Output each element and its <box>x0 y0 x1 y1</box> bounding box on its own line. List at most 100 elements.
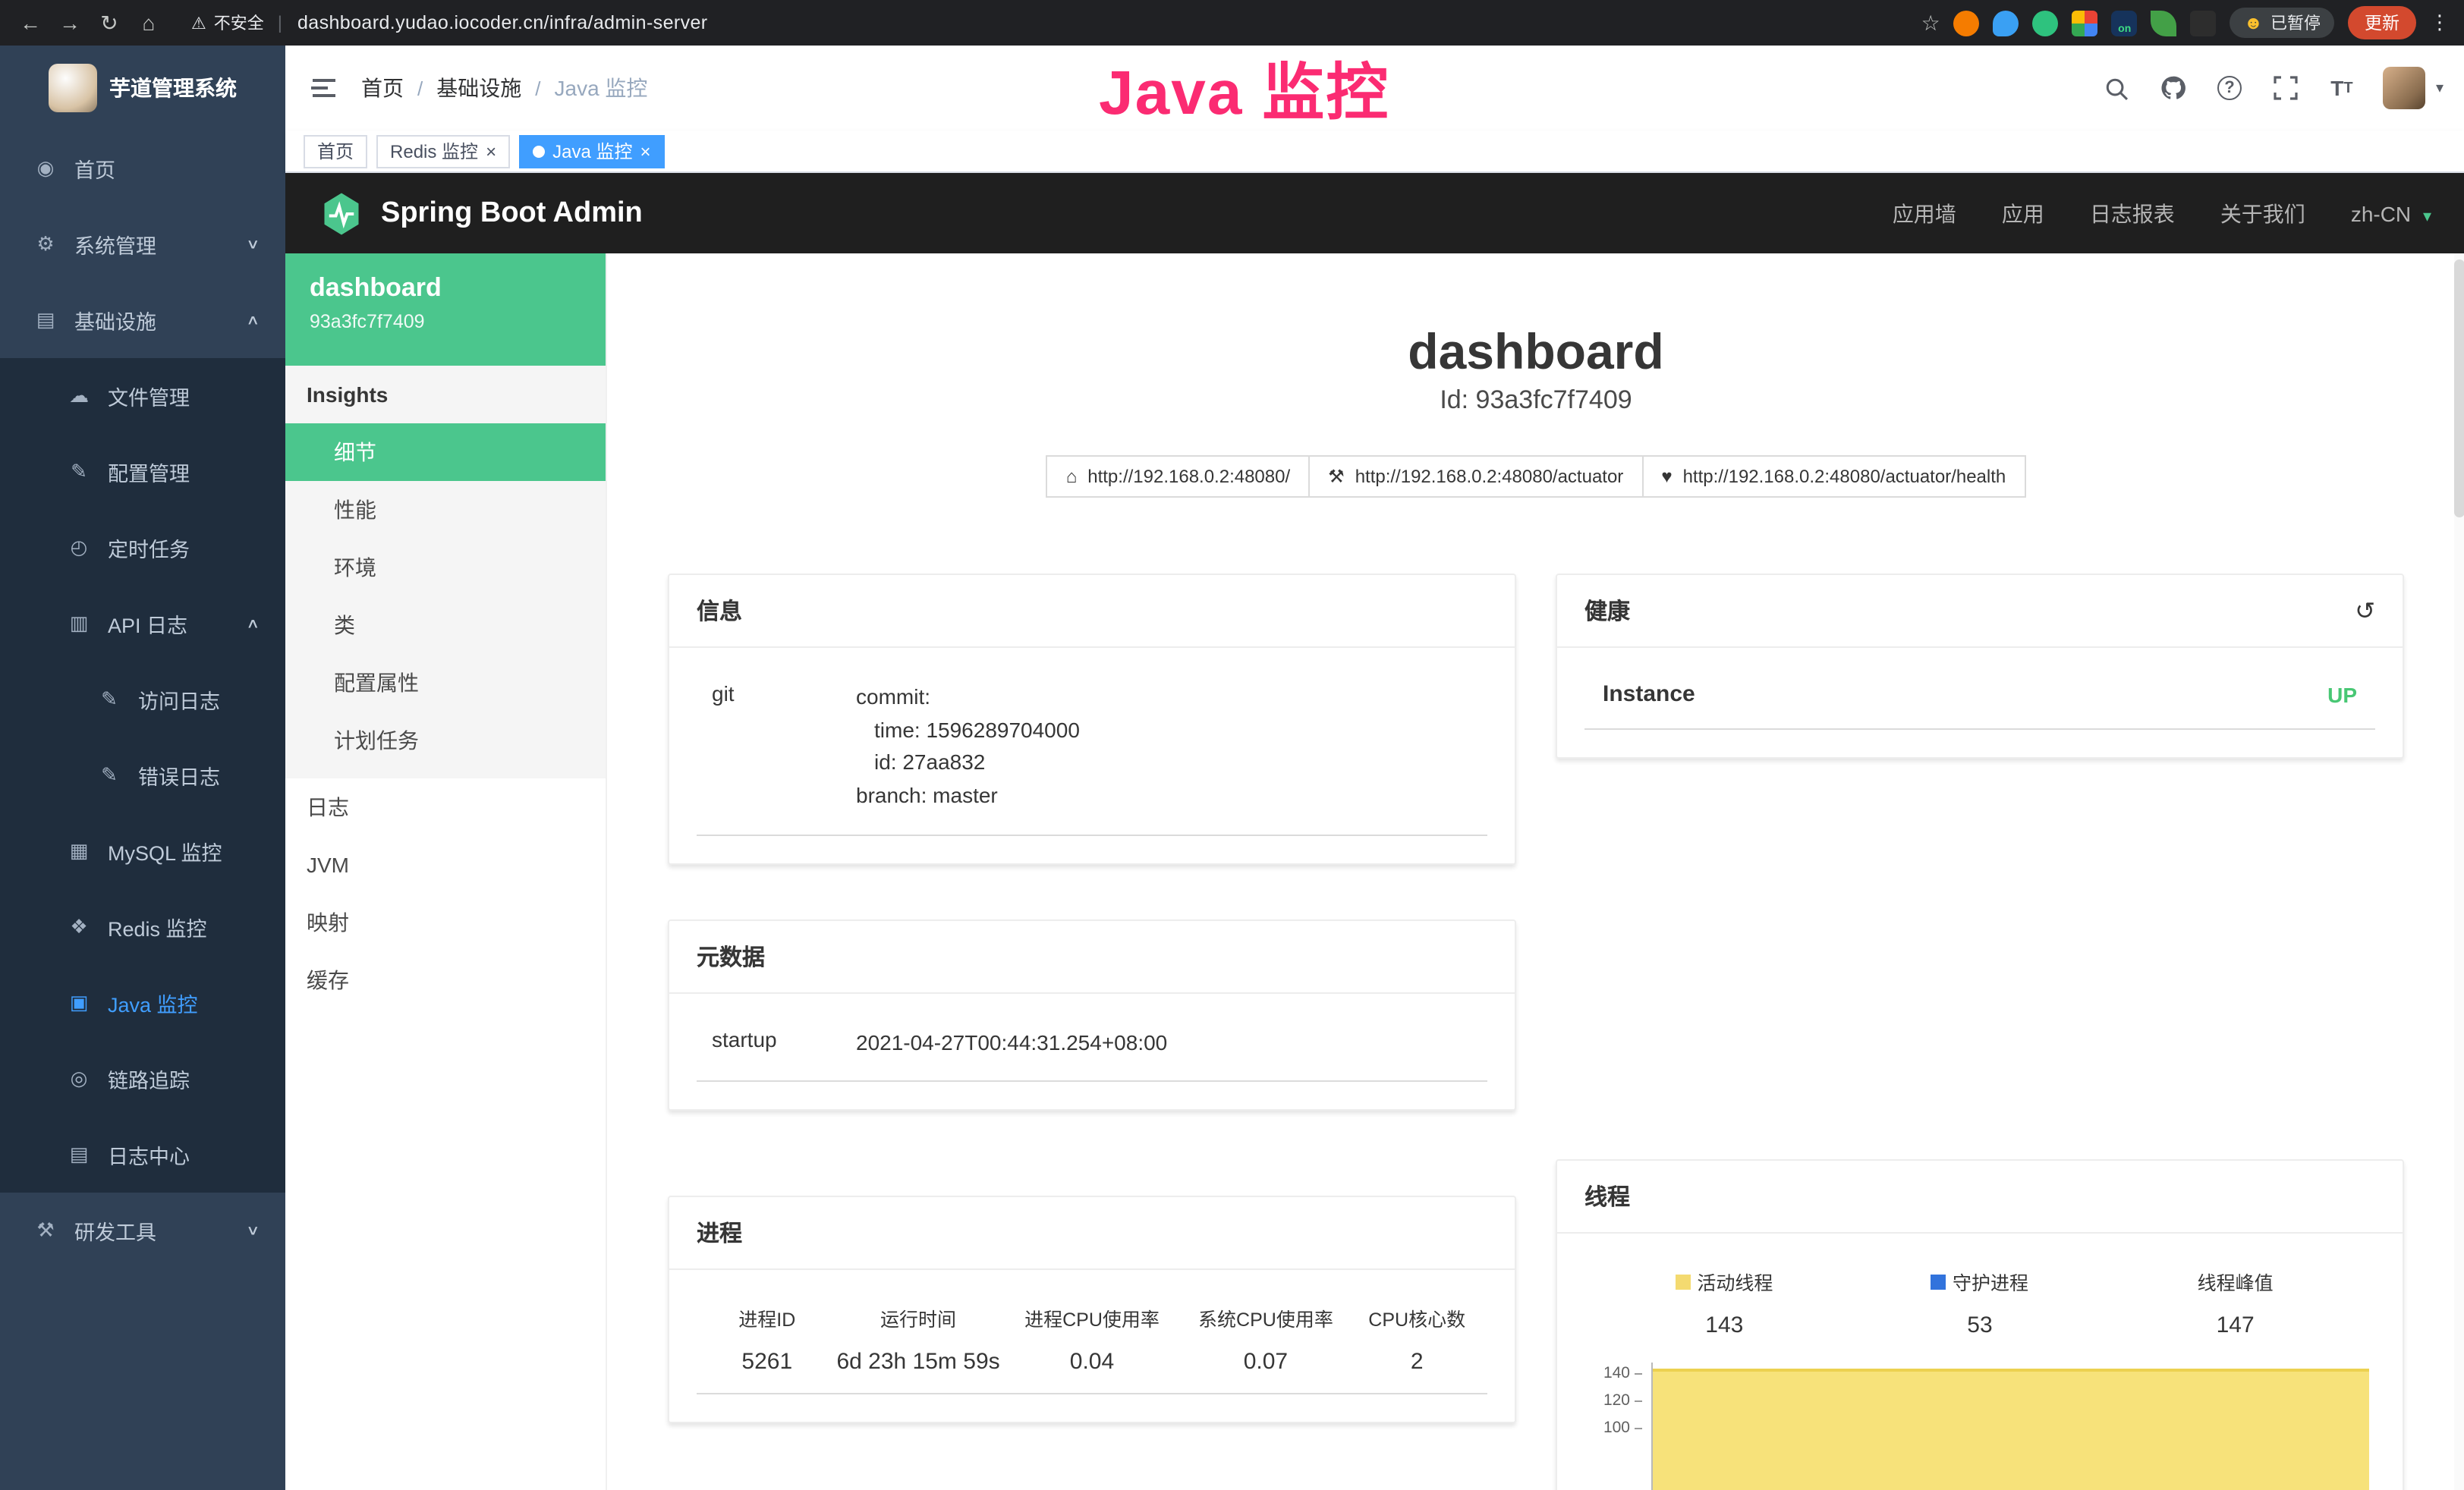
sba-locale-select[interactable]: zh-CN ▾ <box>2351 201 2431 225</box>
sba-item-mappings[interactable]: 映射 <box>285 894 606 951</box>
sba-item-details[interactable]: 细节 <box>285 423 606 481</box>
github-icon[interactable] <box>2158 73 2189 103</box>
threads-chart: 140 120 100 <box>1584 1363 2375 1490</box>
sidebar-item-job[interactable]: ◴ 定时任务 <box>0 510 285 586</box>
font-size-icon[interactable]: TT <box>2327 73 2357 103</box>
user-avatar[interactable] <box>2383 67 2425 109</box>
breadcrumb-infra[interactable]: 基础设施 <box>436 73 521 103</box>
infrastructure-icon: ▤ <box>30 308 61 332</box>
scrollbar[interactable] <box>2454 253 2464 1490</box>
instance-link-actuator[interactable]: ⚒ http://192.168.0.2:48080/actuator <box>1308 455 1643 498</box>
sba-item-logs[interactable]: 日志 <box>285 778 606 836</box>
ext-leaf-icon[interactable] <box>2151 10 2177 36</box>
sidebar-item-error-log[interactable]: ✎ 错误日志 <box>0 737 285 813</box>
ext-green-icon[interactable] <box>2033 10 2059 36</box>
sba-item-configprops[interactable]: 配置属性 <box>285 654 606 712</box>
legend-blue-swatch <box>1931 1274 1946 1289</box>
address-bar[interactable]: dashboard.yudao.iocoder.cn/infra/admin-s… <box>297 12 708 33</box>
edit-icon: ✎ <box>64 460 94 484</box>
update-button[interactable]: 更新 <box>2348 6 2416 39</box>
sba-nav-journal[interactable]: 日志报表 <box>2090 198 2175 228</box>
chevron-up-icon: ∧ <box>246 313 260 328</box>
fullscreen-icon[interactable] <box>2270 73 2301 103</box>
ext-grid-icon[interactable] <box>2072 10 2098 36</box>
tools-icon: ⚒ <box>30 1218 61 1243</box>
search-icon[interactable] <box>2102 73 2132 103</box>
sidebar-item-system[interactable]: ⚙ 系统管理 ∨ <box>0 206 285 282</box>
instance-link-home[interactable]: ⌂ http://192.168.0.2:48080/ <box>1046 455 1310 498</box>
sidebar-item-log-center[interactable]: ▤ 日志中心 <box>0 1117 285 1193</box>
sidebar-item-config[interactable]: ✎ 配置管理 <box>0 434 285 510</box>
log-center-icon: ▤ <box>64 1143 94 1167</box>
instance-id-label: Id: 93a3fc7f7409 <box>607 385 2464 416</box>
ext-on-icon[interactable]: on <box>2112 10 2138 36</box>
sba-nav-about[interactable]: 关于我们 <box>2220 198 2305 228</box>
info-card-body: git commit: time: 1596289704000 id: 27aa… <box>669 648 1515 863</box>
insights-group: Insights 细节 性能 环境 类 配置属性 计划任务 <box>285 366 606 778</box>
mysql-icon: ▦ <box>64 839 94 863</box>
sba-item-metrics[interactable]: 性能 <box>285 481 606 539</box>
sidebar-item-api-log[interactable]: ▥ API 日志 ∧ <box>0 586 285 662</box>
sba-item-environment[interactable]: 环境 <box>285 539 606 596</box>
sba-nav-applications[interactable]: 应用 <box>2002 198 2044 228</box>
left-column: 信息 git commit: time: 1596289704000 id: 2… <box>668 574 1516 1424</box>
home-icon[interactable]: ⌂ <box>134 11 164 35</box>
scrollbar-thumb[interactable] <box>2454 259 2464 517</box>
sidebar-item-access-log[interactable]: ✎ 访问日志 <box>0 662 285 737</box>
trace-eye-icon: ◎ <box>64 1067 94 1091</box>
sidebar-item-java-monitor[interactable]: ▣ Java 监控 <box>0 965 285 1041</box>
sba-item-jvm[interactable]: JVM <box>285 836 606 894</box>
bookmark-star-icon[interactable]: ☆ <box>1921 10 1940 36</box>
sidebar-item-file[interactable]: ☁ 文件管理 <box>0 358 285 434</box>
sidebar-item-devtools[interactable]: ⚒ 研发工具 ∨ <box>0 1193 285 1268</box>
breadcrumb-home[interactable]: 首页 <box>361 73 404 103</box>
access-log-icon: ✎ <box>94 687 124 712</box>
security-indicator[interactable]: ⚠ 不安全 | <box>191 11 288 35</box>
sidebar-item-infra[interactable]: ▤ 基础设施 ∧ <box>0 282 285 358</box>
threads-card-body: 活动线程 143 守护进程 <box>1557 1234 2403 1490</box>
sba-nav-wall[interactable]: 应用墙 <box>1893 198 1956 228</box>
info-value: commit: time: 1596289704000 id: 27aa832 … <box>856 681 1472 813</box>
browser-menu-icon[interactable]: ⋮ <box>2430 11 2450 35</box>
hamburger-icon[interactable] <box>285 46 361 130</box>
sba-item-caches[interactable]: 缓存 <box>285 951 606 1009</box>
tab-java-monitor[interactable]: Java 监控 × <box>519 134 664 168</box>
tab-redis-monitor[interactable]: Redis 监控 × <box>376 134 510 168</box>
paused-badge[interactable]: ☻ 已暂停 <box>2230 8 2334 38</box>
forward-icon[interactable]: → <box>55 11 85 35</box>
refresh-icon[interactable]: ↻ <box>94 10 124 36</box>
sidebar-item-home[interactable]: ◉ 首页 <box>0 130 285 206</box>
brand[interactable]: 芋道管理系统 <box>0 46 285 130</box>
wrench-icon: ⚒ <box>1328 466 1345 487</box>
help-icon[interactable]: ? <box>2214 73 2245 103</box>
sidebar-item-tracing[interactable]: ◎ 链路追踪 <box>0 1041 285 1117</box>
instance-header[interactable]: dashboard 93a3fc7f7409 <box>285 253 606 366</box>
process-col-cpu: 进程CPU使用率 0.04 <box>1005 1304 1179 1375</box>
close-icon[interactable]: × <box>640 142 650 160</box>
smiley-icon: ☻ <box>2244 12 2263 33</box>
health-instance-label: Instance <box>1603 681 1695 707</box>
sba-item-scheduled-tasks[interactable]: 计划任务 <box>285 712 606 769</box>
dashboard-icon: ◉ <box>30 156 61 181</box>
info-card-title: 信息 <box>669 575 1515 648</box>
threads-legend: 活动线程 143 守护进程 <box>1584 1267 2375 1338</box>
metadata-card-body: startup 2021-04-27T00:44:31.254+08:00 <box>669 994 1515 1110</box>
instance-name: dashboard <box>310 273 581 303</box>
sba-item-classes[interactable]: 类 <box>285 596 606 654</box>
info-key: git <box>712 681 856 813</box>
ext-drop-icon[interactable] <box>1994 10 2019 36</box>
back-icon[interactable]: ← <box>15 11 46 35</box>
instance-link-health[interactable]: ♥ http://192.168.0.2:48080/actuator/heal… <box>1641 455 2025 498</box>
info-card: 信息 git commit: time: 1596289704000 id: 2… <box>668 574 1516 865</box>
health-card-title: 健康 <box>1584 595 1630 627</box>
close-icon[interactable]: × <box>486 142 496 160</box>
sidebar-item-mysql[interactable]: ▦ MySQL 监控 <box>0 813 285 889</box>
metadata-card-title: 元数据 <box>669 921 1515 994</box>
sidebar-item-redis[interactable]: ❖ Redis 监控 <box>0 889 285 965</box>
history-icon[interactable]: ↺ <box>2355 596 2375 626</box>
threads-card-title: 线程 <box>1557 1161 2403 1234</box>
ext-dark-icon[interactable] <box>2191 10 2217 36</box>
tab-home[interactable]: 首页 <box>304 134 367 168</box>
ext-lion-icon[interactable] <box>1954 10 1980 36</box>
avatar-caret-icon[interactable]: ▾ <box>2436 80 2444 96</box>
